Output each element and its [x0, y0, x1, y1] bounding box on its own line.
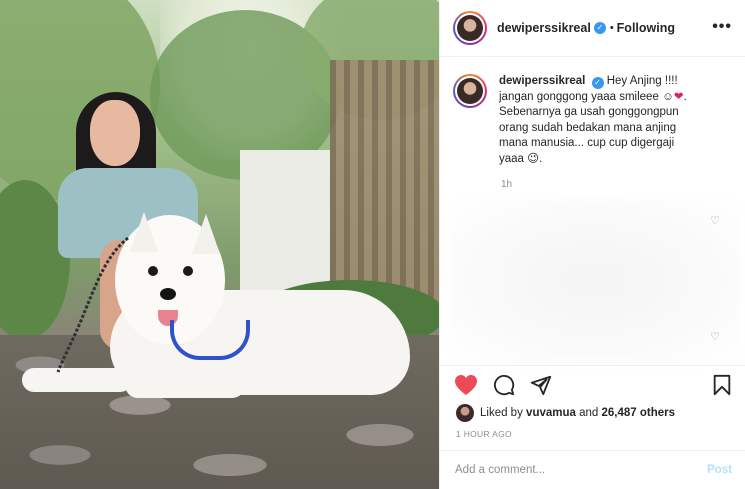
caption-line-6: yaaa	[499, 152, 524, 165]
more-horizontal-icon[interactable]: •••	[712, 18, 732, 36]
post-comment-button[interactable]: Post	[707, 464, 732, 476]
likes-prefix: Liked by	[480, 407, 523, 419]
photo-leash	[56, 236, 129, 373]
likes-joiner: and	[579, 407, 599, 419]
post-timestamp[interactable]: 1 HOUR AGO	[456, 429, 512, 439]
verified-badge-icon: ✓	[591, 77, 604, 89]
caption-text: dewiperssikreal ✓ Hey Anjing !!!! jangan…	[499, 74, 687, 167]
wink-emoji-icon: 😉	[527, 152, 540, 165]
caption-timestamp[interactable]: 1h	[501, 179, 512, 190]
blurred-comments-area	[450, 198, 740, 363]
heart-outline-icon[interactable]: ♡	[710, 214, 720, 227]
smile-emoji-icon: ☺	[662, 90, 674, 103]
send-icon[interactable]	[529, 374, 553, 396]
username-link[interactable]: dewiperssikreal	[497, 21, 591, 35]
verified-badge-icon: ✓	[593, 22, 606, 34]
avatar[interactable]	[453, 11, 487, 45]
caption-line-2: jangan gonggong yaaa smileee	[499, 90, 659, 103]
heart-filled-icon[interactable]	[454, 374, 478, 396]
post-header: dewiperssikreal ✓ • Following •••	[440, 0, 745, 57]
caption-line-6-end: .	[539, 152, 543, 165]
caption-line-1: Hey Anjing !!!!	[606, 75, 678, 87]
likes-count-link[interactable]: 26,487 others	[602, 407, 676, 419]
comment-bar: Add a comment... Post	[440, 450, 745, 489]
caption: dewiperssikreal ✓ Hey Anjing !!!! jangan…	[453, 74, 738, 167]
post-photo[interactable]	[0, 0, 439, 489]
comment-input[interactable]: Add a comment...	[455, 464, 675, 476]
heart-outline-icon[interactable]: ♡	[710, 330, 720, 343]
liker-avatar[interactable]	[456, 404, 474, 422]
heart-emoji-icon: ❤	[673, 90, 684, 103]
caption-line-2-end: .	[683, 90, 687, 103]
caption-line-5: mana manusia... cup cup digergaji	[499, 137, 675, 149]
separator-dot: •	[609, 22, 614, 34]
following-button[interactable]: Following	[617, 21, 675, 35]
action-bar	[440, 365, 745, 405]
bookmark-icon[interactable]	[712, 374, 732, 396]
caption-line-4: orang sudah bedakan mana anjing	[499, 121, 677, 134]
caption-line-3: Sebenarnya ga usah gonggongpun	[499, 106, 679, 118]
likes-summary: Liked by vuvamua and 26,487 others	[456, 404, 675, 422]
comment-icon[interactable]	[492, 374, 516, 396]
post-sidebar: dewiperssikreal ✓ • Following ••• dewipe…	[439, 0, 745, 489]
avatar[interactable]	[453, 74, 487, 108]
caption-username[interactable]: dewiperssikreal	[499, 75, 585, 87]
liker-username[interactable]: vuvamua	[526, 407, 576, 419]
